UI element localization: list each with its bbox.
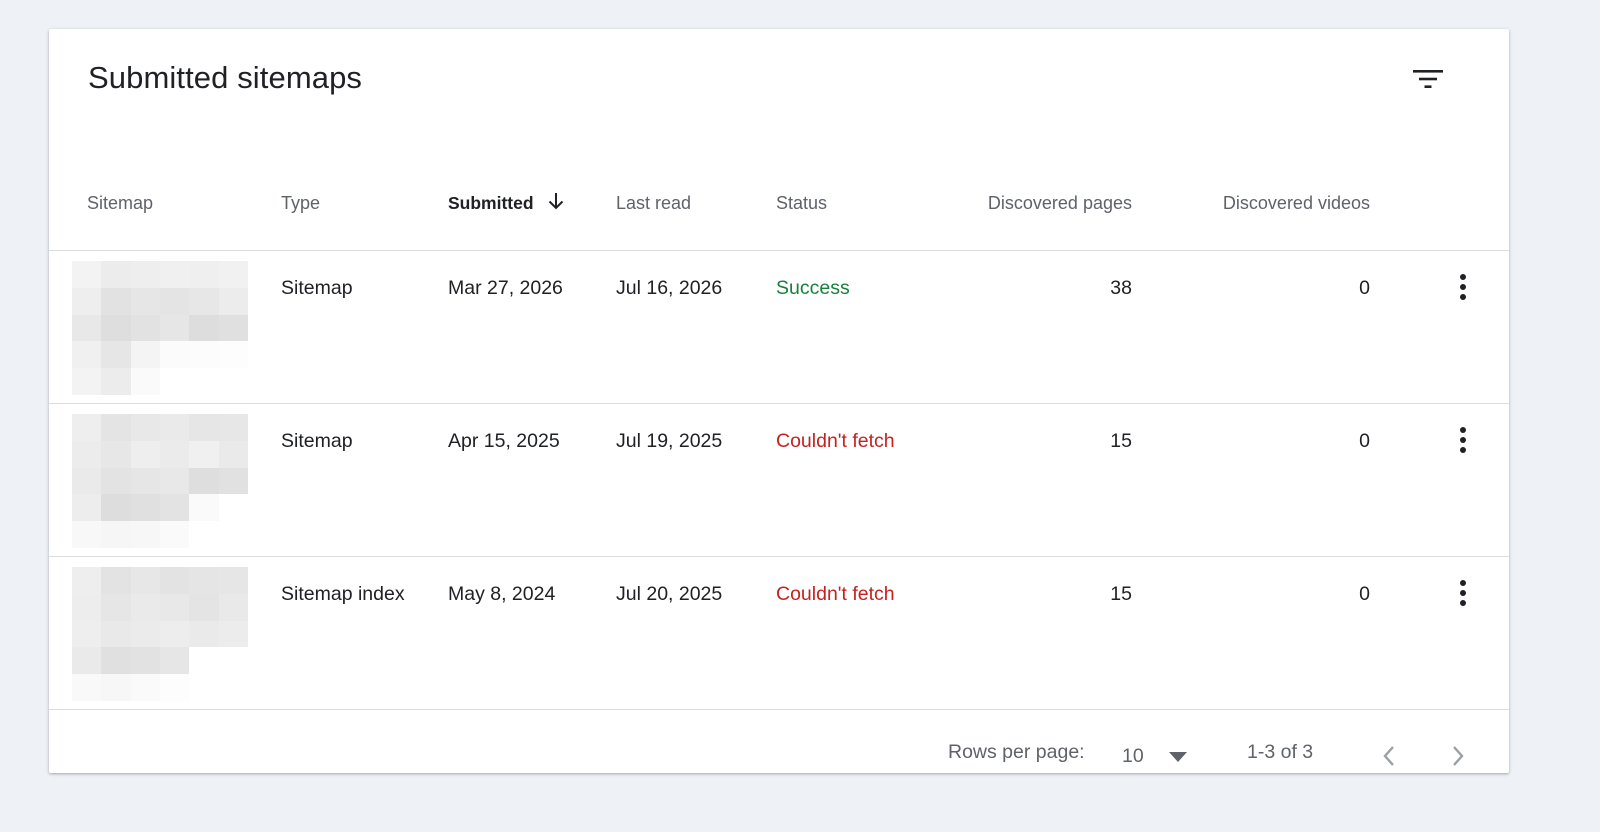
cell-type: Sitemap bbox=[281, 430, 353, 452]
table-header: Sitemap Type Submitted Last read Status … bbox=[49, 159, 1509, 251]
pagination-range: 1-3 of 3 bbox=[1247, 741, 1314, 763]
cell-status: Success bbox=[776, 277, 850, 299]
cell-last-read: Jul 19, 2025 bbox=[616, 430, 723, 452]
arrow-down-icon bbox=[549, 193, 564, 210]
column-header-last-read[interactable]: Last read bbox=[616, 193, 691, 214]
dropdown-arrow-icon bbox=[1168, 752, 1187, 762]
column-header-submitted-label: Submitted bbox=[448, 193, 534, 213]
sitemap-url-redacted bbox=[72, 261, 248, 395]
more-vert-icon bbox=[1460, 274, 1466, 300]
rows-per-page-label: Rows per page: bbox=[948, 741, 1085, 763]
cell-submitted: May 8, 2024 bbox=[448, 583, 556, 605]
row-more-options-button[interactable] bbox=[1445, 575, 1481, 611]
filter-list-icon bbox=[1413, 70, 1443, 88]
table-row[interactable]: Sitemap Mar 27, 2026 Jul 16, 2026 Succes… bbox=[49, 251, 1509, 404]
sitemap-url-redacted bbox=[72, 414, 248, 548]
column-header-type[interactable]: Type bbox=[281, 193, 320, 214]
column-header-status[interactable]: Status bbox=[776, 193, 827, 214]
cell-type: Sitemap bbox=[281, 277, 353, 299]
more-vert-icon bbox=[1460, 580, 1466, 606]
cell-submitted: Apr 15, 2025 bbox=[448, 430, 560, 452]
chevron-left-icon bbox=[1383, 746, 1394, 766]
cell-status: Couldn't fetch bbox=[776, 583, 895, 605]
rows-per-page-value: 10 bbox=[1122, 744, 1144, 767]
cell-type: Sitemap index bbox=[281, 583, 405, 605]
cell-last-read: Jul 16, 2026 bbox=[616, 277, 723, 299]
more-vert-icon bbox=[1460, 427, 1466, 453]
cell-discovered-pages: 15 bbox=[1110, 430, 1132, 452]
sitemap-url-redacted bbox=[72, 567, 248, 701]
submitted-sitemaps-card: Submitted sitemaps Sitemap Type Submitte… bbox=[49, 29, 1509, 773]
cell-discovered-videos: 0 bbox=[1359, 583, 1370, 605]
cell-status: Couldn't fetch bbox=[776, 430, 895, 452]
row-more-options-button[interactable] bbox=[1445, 269, 1481, 305]
cell-discovered-videos: 0 bbox=[1359, 430, 1370, 452]
filter-button[interactable] bbox=[1408, 59, 1448, 99]
row-more-options-button[interactable] bbox=[1445, 422, 1481, 458]
column-header-discovered-videos[interactable]: Discovered videos bbox=[1223, 193, 1370, 214]
table-row[interactable]: Sitemap index May 8, 2024 Jul 20, 2025 C… bbox=[49, 557, 1509, 710]
card-title: Submitted sitemaps bbox=[88, 60, 363, 95]
column-header-discovered-pages[interactable]: Discovered pages bbox=[988, 193, 1132, 214]
table-row[interactable]: Sitemap Apr 15, 2025 Jul 19, 2025 Couldn… bbox=[49, 404, 1509, 557]
column-header-sitemap[interactable]: Sitemap bbox=[87, 193, 153, 214]
column-header-submitted[interactable]: Submitted bbox=[448, 193, 566, 214]
pagination-footer: Rows per page: 10 1-3 of 3 bbox=[49, 711, 1509, 773]
cell-submitted: Mar 27, 2026 bbox=[448, 277, 563, 299]
next-page-button[interactable] bbox=[1441, 739, 1475, 773]
cell-discovered-pages: 15 bbox=[1110, 583, 1132, 605]
cell-last-read: Jul 20, 2025 bbox=[616, 583, 723, 605]
cell-discovered-videos: 0 bbox=[1359, 277, 1370, 299]
rows-per-page-select[interactable]: 10 bbox=[1122, 741, 1187, 771]
previous-page-button[interactable] bbox=[1372, 739, 1406, 773]
chevron-right-icon bbox=[1453, 746, 1464, 766]
cell-discovered-pages: 38 bbox=[1110, 277, 1132, 299]
